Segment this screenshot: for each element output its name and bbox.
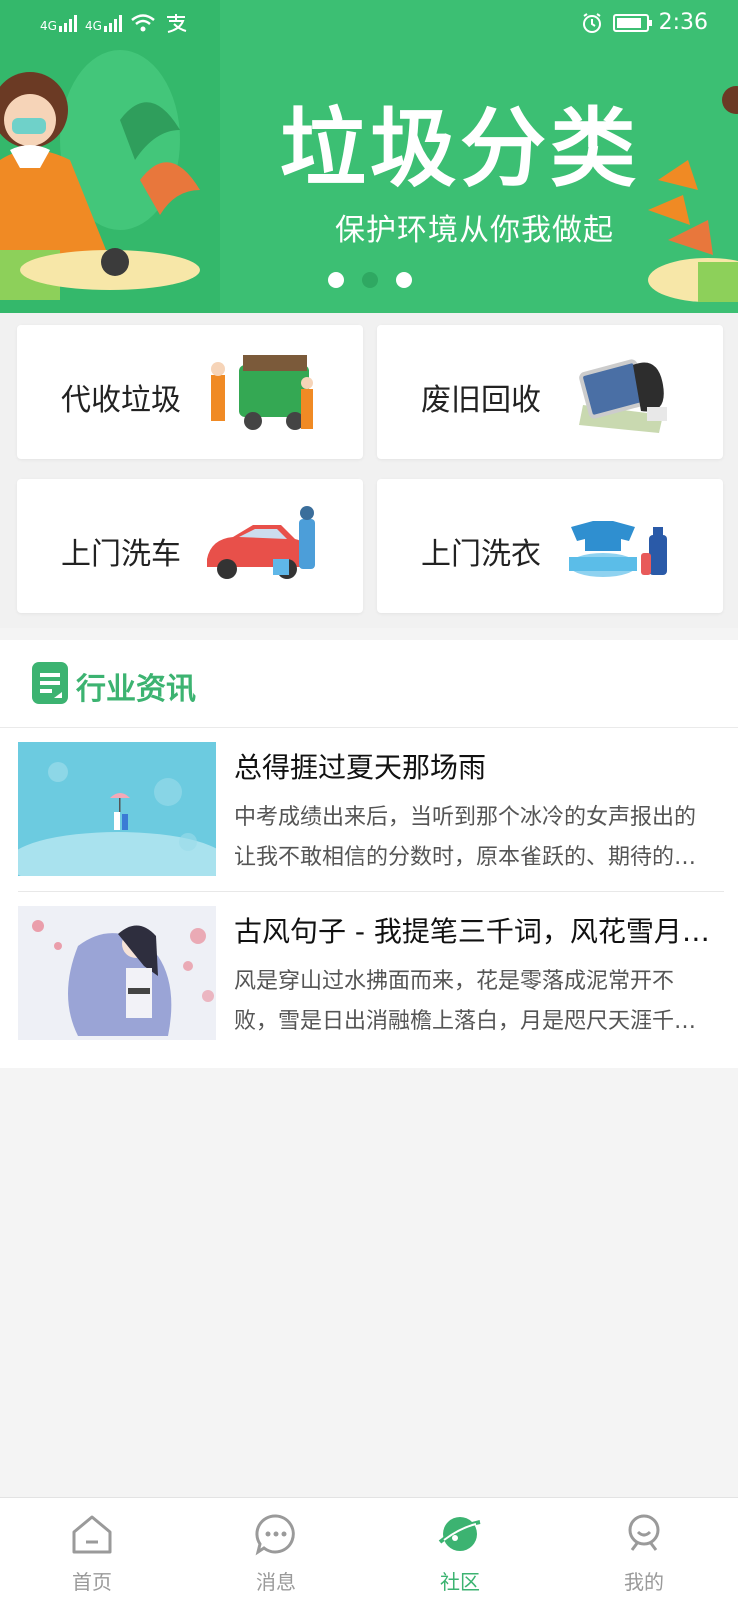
service-label: 上门洗衣 [421,537,541,572]
signal-strength-icon: 4G [40,14,77,32]
tab-home[interactable]: 首页 [0,1498,184,1600]
wifi-icon [131,14,155,32]
service-card-car-wash[interactable]: 上门洗车 [17,479,363,613]
tab-label: 消息 [256,1570,296,1594]
news-item[interactable]: 总得捱过夏天那场雨 中考成绩出来后，当听到那个冰冷的女声报出的让我不敢相信的分数… [0,728,738,892]
news-summary: 中考成绩出来后，当听到那个冰冷的女声报出的让我不敢相信的分数时，原本雀跃的、期待… [234,805,697,870]
garbage-truck-illustration [211,355,313,430]
planet-icon [438,1517,481,1551]
carousel-dot[interactable] [328,272,344,288]
tab-label: 首页 [72,1570,112,1594]
service-card-garbage-collection[interactable]: 代收垃圾 [17,325,363,459]
home-icon [72,1515,112,1554]
news-thumbnail [18,742,216,876]
clock-time: 2:36 [658,10,708,35]
status-bar: 4G 4G 2:36 [0,0,738,50]
tab-community[interactable]: 社区 [368,1498,552,1600]
service-label: 废旧回收 [421,383,541,418]
news-section-header: 行业资讯 [0,640,738,728]
service-label: 代收垃圾 [61,383,181,418]
carousel-dot[interactable] [396,272,412,288]
profile-icon [628,1514,660,1551]
news-section-title: 行业资讯 [76,672,196,707]
document-icon [32,662,68,704]
banner-subtitle: 保护环境从你我做起 [335,213,614,248]
news-title: 古风句子 - 我提笔三千词，风花雪月… [234,915,710,948]
service-card-laundry[interactable]: 上门洗衣 [377,479,723,613]
tab-label: 我的 [624,1570,664,1594]
banner-title: 垃圾分类 [280,99,640,199]
news-title: 总得捱过夏天那场雨 [234,751,487,784]
carousel-dot-active[interactable] [362,272,378,288]
news-list: 总得捱过夏天那场雨 中考成绩出来后，当听到那个冰冷的女声报出的让我不敢相信的分数… [0,728,738,1068]
alipay-icon [166,14,187,33]
tab-profile[interactable]: 我的 [552,1498,736,1600]
carousel-indicator [328,272,412,288]
alarm-icon [582,12,601,33]
tab-label: 社区 [440,1570,480,1594]
tab-messages[interactable]: 消息 [184,1498,368,1600]
news-summary: 风是穿山过水拂面而来，花是零落成泥常开不败，雪是日出消融檐上落白，月是咫尺天涯千… [234,969,697,1034]
news-thumbnail [18,906,216,1040]
bottom-navigation: 首页 消息 社区 我的 [0,1497,738,1600]
laundry-illustration [569,521,667,577]
banner-right-illustration [648,86,738,302]
service-card-recycling[interactable]: 废旧回收 [377,325,723,459]
service-grid: 代收垃圾 废旧回收 上门洗车 上门洗衣 [0,313,738,628]
banner-carousel[interactable]: 4G 4G 2:36 垃圾分类 保护环境从你我做起 [0,0,738,313]
battery-icon [612,13,652,32]
signal-strength-icon: 4G [85,14,122,32]
car-wash-illustration [207,506,315,579]
news-item[interactable]: 古风句子 - 我提笔三千词，风花雪月… 风是穿山过水拂面而来，花是零落成泥常开不… [0,892,738,1052]
service-label: 上门洗车 [61,537,181,572]
recycle-items-illustration [579,359,667,433]
message-icon [255,1514,295,1556]
